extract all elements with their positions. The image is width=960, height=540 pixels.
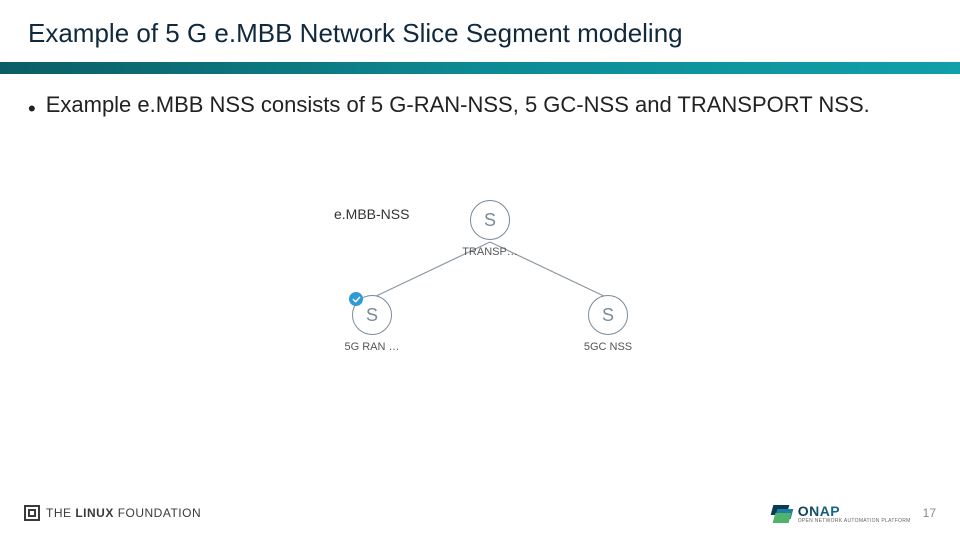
lf-wordmark: THE LINUX FOUNDATION xyxy=(46,506,201,520)
nss-diagram: e.MBB-NSS S TRANSP… S 5G RAN … S 5 xyxy=(290,200,710,420)
node-5g-ran: S 5G RAN … xyxy=(342,295,402,353)
lf-rest: FOUNDATION xyxy=(118,506,201,520)
node-5g-ran-circle: S xyxy=(352,295,392,335)
footer: THE LINUX FOUNDATION ONAP OPEN NETWORK A… xyxy=(24,498,936,528)
page-number: 17 xyxy=(923,506,936,520)
body-content: • Example e.MBB NSS consists of 5 G-RAN-… xyxy=(28,90,932,124)
node-transport-label: TRANSP… xyxy=(460,246,520,258)
node-5g-ran-label: 5G RAN … xyxy=(342,341,402,353)
bullet-marker: • xyxy=(28,90,36,124)
node-5gc-glyph: S xyxy=(602,305,614,326)
title-underline-band xyxy=(0,62,960,74)
lf-mark-icon xyxy=(24,505,40,521)
onap-tagline: OPEN NETWORK AUTOMATION PLATFORM xyxy=(798,519,911,524)
node-5gc-label: 5GC NSS xyxy=(578,341,638,353)
check-icon xyxy=(349,292,363,306)
onap-mark-icon xyxy=(772,505,792,521)
node-5gc-circle: S xyxy=(588,295,628,335)
onap-logo: ONAP OPEN NETWORK AUTOMATION PLATFORM xyxy=(772,503,911,524)
bullet-text: Example e.MBB NSS consists of 5 G-RAN-NS… xyxy=(46,90,870,124)
node-5g-ran-glyph: S xyxy=(366,305,378,326)
slide-title: Example of 5 G e.MBB Network Slice Segme… xyxy=(28,18,683,49)
bullet-item: • Example e.MBB NSS consists of 5 G-RAN-… xyxy=(28,90,932,124)
lf-strong: LINUX xyxy=(75,506,114,520)
onap-name: ONAP xyxy=(798,503,911,519)
footer-right: ONAP OPEN NETWORK AUTOMATION PLATFORM 17 xyxy=(772,503,936,524)
node-5gc: S 5GC NSS xyxy=(578,295,638,353)
node-transport-circle: S xyxy=(470,200,510,240)
lf-prefix: THE xyxy=(46,506,72,520)
node-transport-glyph: S xyxy=(484,210,496,231)
slide: Example of 5 G e.MBB Network Slice Segme… xyxy=(0,0,960,540)
linux-foundation-logo: THE LINUX FOUNDATION xyxy=(24,505,201,521)
node-transport: S TRANSP… xyxy=(460,200,520,258)
